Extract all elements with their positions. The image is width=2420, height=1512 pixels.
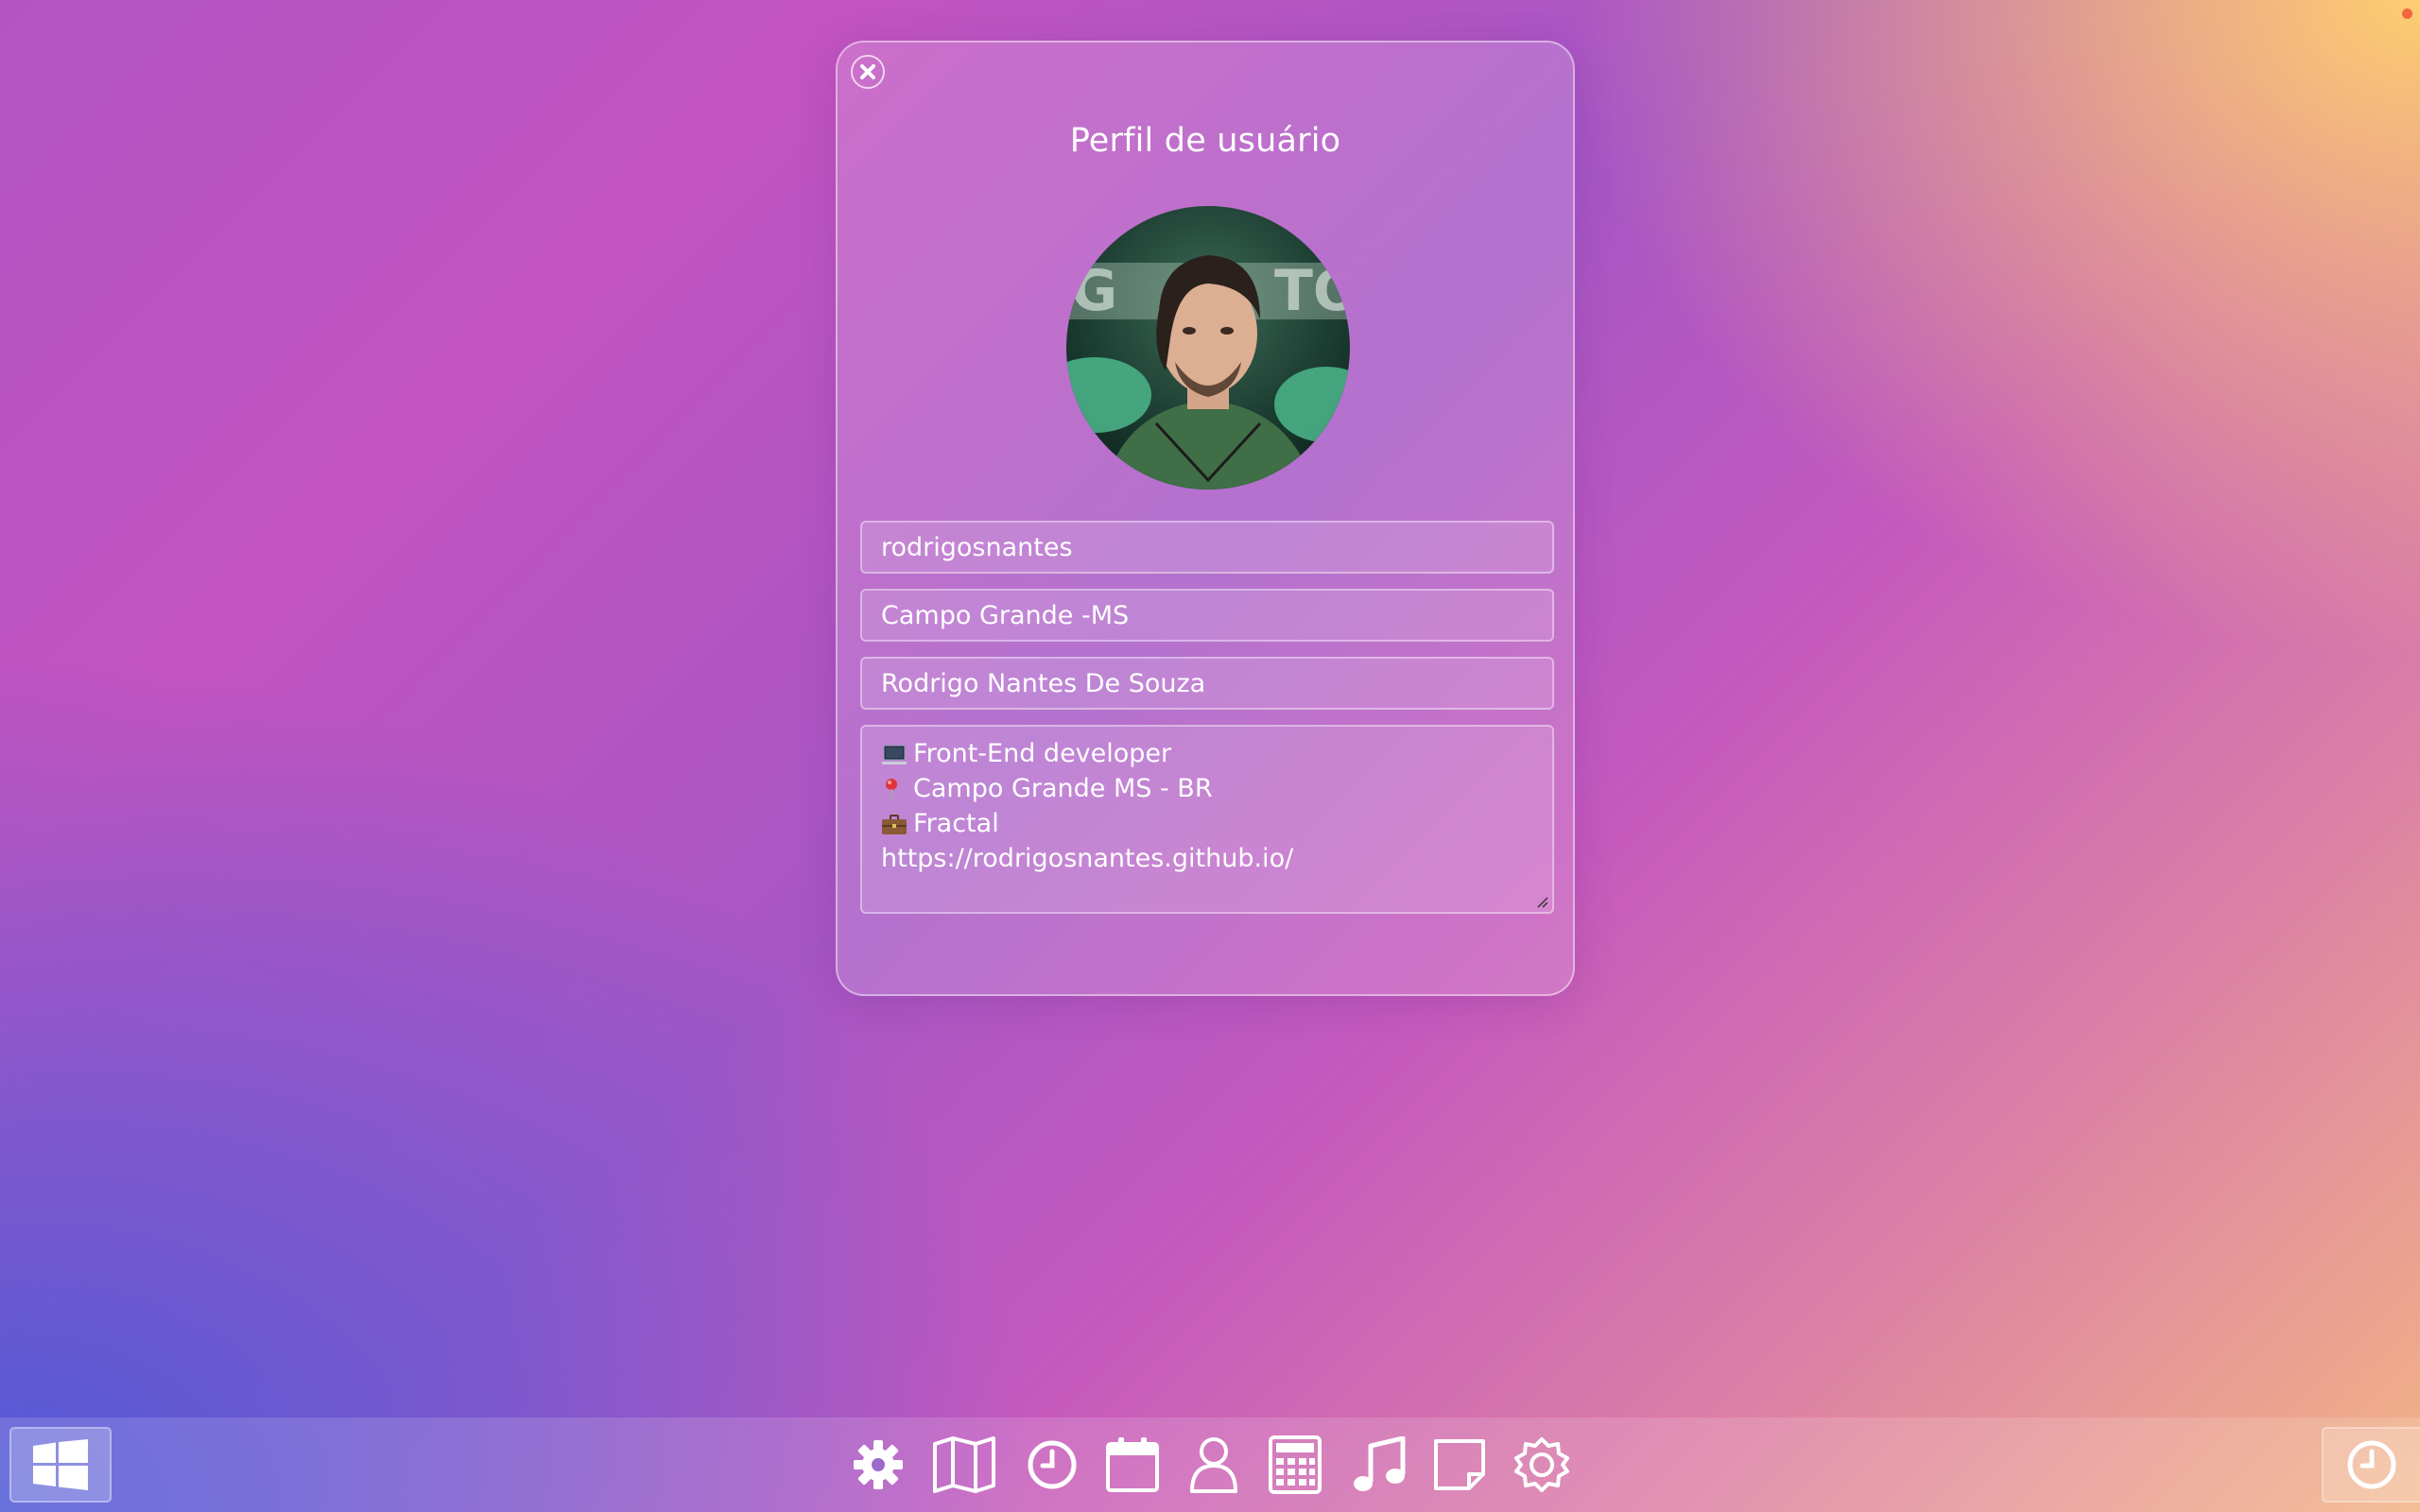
location-field[interactable]: Campo Grande -MS bbox=[860, 589, 1554, 642]
username-field[interactable]: rodrigosnantes bbox=[860, 521, 1554, 574]
notification-dot bbox=[2402, 9, 2412, 19]
user-profile-window: Perfil de usuário G TO rodrigosnantes Ca… bbox=[836, 41, 1575, 996]
calculator-button[interactable] bbox=[1263, 1433, 1327, 1497]
start-button[interactable] bbox=[9, 1427, 112, 1503]
location-value: Campo Grande -MS bbox=[881, 600, 1130, 630]
resize-grip-icon[interactable] bbox=[1535, 895, 1548, 908]
note-icon bbox=[1434, 1439, 1485, 1490]
notes-button[interactable] bbox=[1427, 1433, 1492, 1497]
close-icon bbox=[860, 64, 875, 79]
music-icon bbox=[1354, 1436, 1406, 1491]
window-title: Perfil de usuário bbox=[1069, 122, 1341, 160]
user-icon bbox=[1190, 1437, 1237, 1493]
username-value: rodrigosnantes bbox=[881, 532, 1073, 562]
taskbar bbox=[0, 1418, 2420, 1512]
bio-line: Fractal bbox=[881, 806, 1533, 841]
briefcase-icon bbox=[881, 814, 913, 836]
gear-icon bbox=[854, 1440, 903, 1489]
avatar: G TO bbox=[1066, 206, 1350, 490]
clock-icon bbox=[1028, 1440, 1077, 1489]
display-settings-button[interactable] bbox=[1510, 1433, 1574, 1497]
calculator-icon bbox=[1269, 1435, 1322, 1494]
map-icon bbox=[933, 1436, 995, 1493]
full-name-value: Rodrigo Nantes De Souza bbox=[881, 668, 1206, 698]
settings-button[interactable] bbox=[846, 1433, 910, 1497]
tray-clock-button[interactable] bbox=[2322, 1427, 2420, 1503]
clock-icon bbox=[2347, 1440, 2396, 1489]
svg-text:G: G bbox=[1071, 258, 1117, 324]
bio-line: Front-End developer bbox=[881, 736, 1533, 771]
svg-text:TO: TO bbox=[1274, 258, 1350, 324]
clock-button[interactable] bbox=[1020, 1433, 1084, 1497]
profile-button[interactable] bbox=[1182, 1433, 1246, 1497]
bio-textarea[interactable]: Front-End developer Campo Grande MS - BR bbox=[860, 725, 1554, 914]
music-button[interactable] bbox=[1347, 1433, 1411, 1497]
bio-line: https://rodrigosnantes.github.io/ bbox=[881, 844, 1294, 873]
bio-line: Campo Grande MS - BR bbox=[881, 771, 1533, 806]
close-button[interactable] bbox=[851, 55, 885, 89]
pin-icon bbox=[881, 778, 913, 802]
full-name-field[interactable]: Rodrigo Nantes De Souza bbox=[860, 657, 1554, 710]
brightness-icon bbox=[1514, 1437, 1569, 1492]
calendar-icon bbox=[1106, 1437, 1159, 1492]
maps-button[interactable] bbox=[932, 1433, 996, 1497]
windows-icon bbox=[33, 1439, 88, 1490]
calendar-button[interactable] bbox=[1100, 1433, 1165, 1497]
laptop-icon bbox=[881, 744, 913, 766]
